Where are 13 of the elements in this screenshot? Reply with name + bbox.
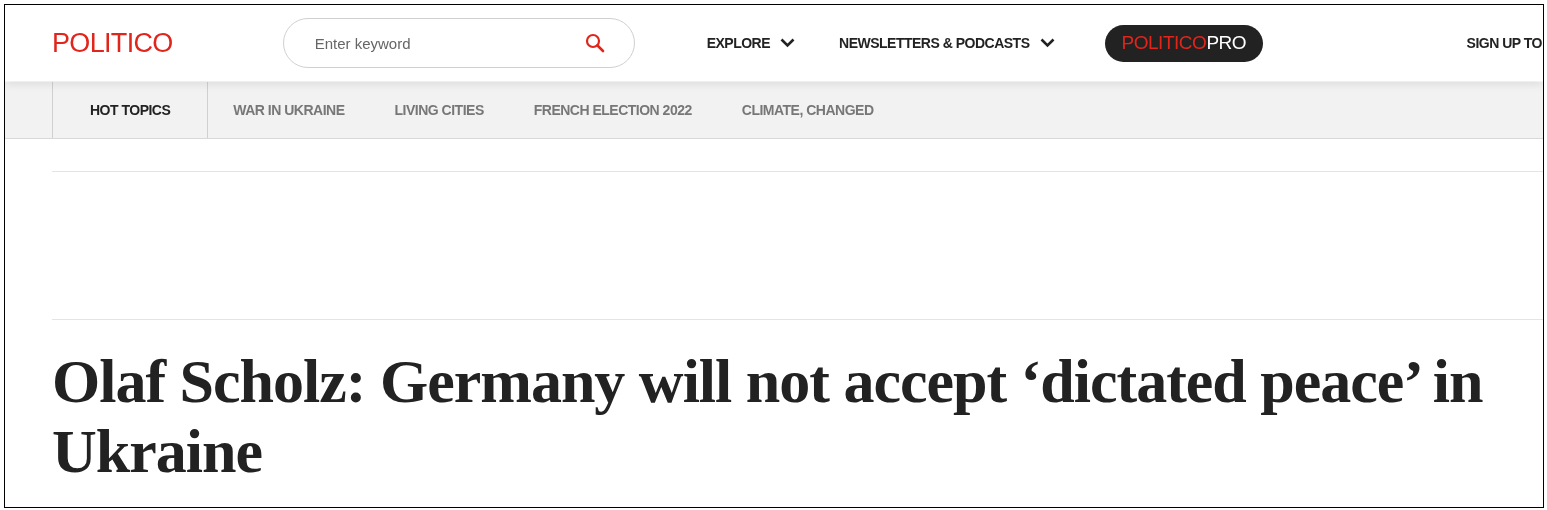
topic-link[interactable]: HOT TOPICS [53,82,209,138]
topic-link[interactable]: WAR IN UKRAINE [208,82,370,138]
topic-link[interactable]: CLIMATE, CHANGED [716,82,899,138]
sign-up-link[interactable]: SIGN UP TO [1466,32,1542,54]
article-headline: Olaf Scholz: Germany will not accept ‘dictated peace’ in Ukraine [52,346,1484,486]
politico-logo[interactable]: POLITICO [52,29,173,57]
politico-pro-badge[interactable]: POLITICOPRO [1104,24,1264,62]
nav-menu-link[interactable]: NEWSLETTERS & PODCASTS [839,32,1055,54]
search-icon[interactable] [584,33,605,53]
topic-link[interactable]: LIVING CITIES [369,82,509,138]
search-field[interactable]: Enter keyword [282,18,635,68]
topic-link[interactable]: FRENCH ELECTION 2022 [508,82,717,138]
nav-menu-link[interactable]: EXPLORE [706,32,796,54]
